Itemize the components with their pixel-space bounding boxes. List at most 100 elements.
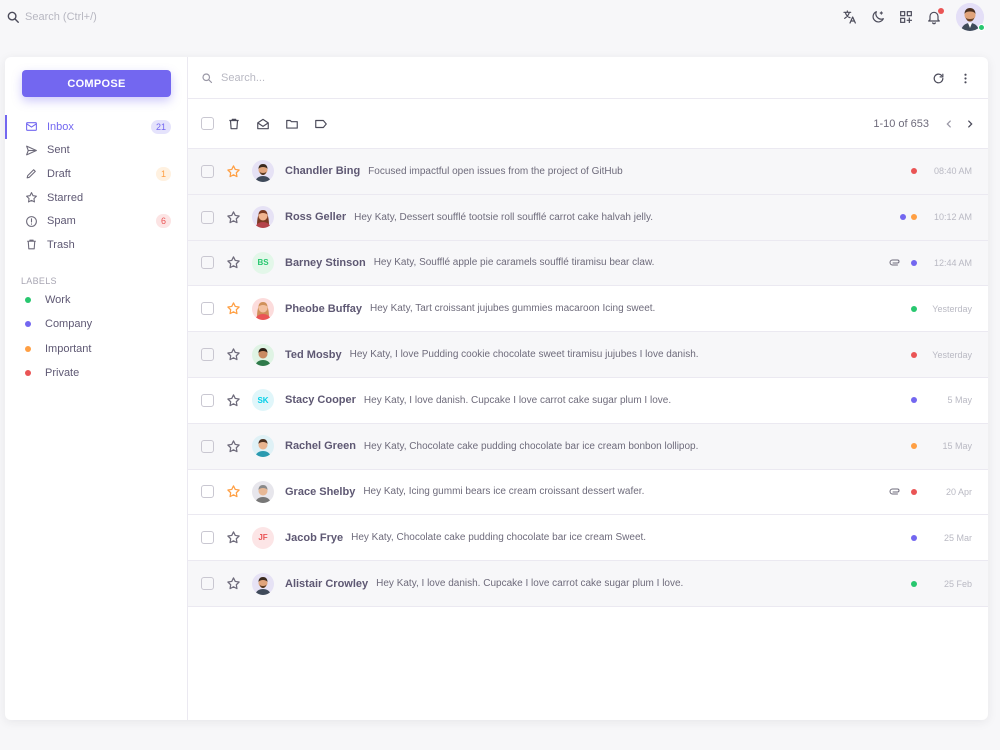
mail-open-icon <box>257 118 269 129</box>
email-checkbox[interactable] <box>201 393 214 407</box>
search-icon <box>7 11 19 23</box>
email-meta: 08:40 AM <box>906 166 972 176</box>
email-checkbox[interactable] <box>201 256 214 270</box>
delete-button[interactable] <box>225 115 243 133</box>
refresh-button[interactable] <box>929 69 947 87</box>
avatar-initials-text: SK <box>257 395 269 405</box>
more-options-button[interactable] <box>956 69 974 87</box>
label-text: Private <box>45 367 80 380</box>
label-private[interactable]: Private <box>5 361 188 385</box>
star-filled-icon[interactable] <box>226 301 241 316</box>
star-icon[interactable] <box>226 576 241 591</box>
star-filled-icon[interactable] <box>226 164 241 179</box>
label-work[interactable]: Work <box>5 288 188 312</box>
folder-inbox[interactable]: Inbox 21 <box>5 115 188 139</box>
email-app: COMPOSE Inbox 21 Sent Draft 1 Starred Sp… <box>5 57 988 720</box>
notifications-button[interactable] <box>920 3 948 31</box>
pencil-icon <box>26 169 36 179</box>
email-checkbox[interactable] <box>201 577 214 591</box>
star-icon[interactable] <box>226 210 241 225</box>
avatar-initials: SK <box>252 389 274 412</box>
apps-button[interactable] <box>892 3 920 31</box>
folder-spam[interactable]: Spam 6 <box>5 209 188 233</box>
email-checkbox[interactable] <box>201 210 214 224</box>
email-meta: Yesterday <box>906 350 972 360</box>
avatar <box>252 160 274 183</box>
email-row[interactable]: Pheobe Buffay Hey Katy, Tart croissant ju… <box>188 286 988 333</box>
label-company[interactable]: Company <box>5 312 188 336</box>
label-important[interactable]: Important <box>5 337 188 361</box>
theme-toggle-button[interactable] <box>864 3 892 31</box>
email-subject: Hey Katy, Chocolate cake pudding chocola… <box>363 440 699 452</box>
global-search[interactable]: Search (Ctrl+/) <box>6 10 97 24</box>
folder-label: Spam <box>47 215 76 228</box>
star-icon[interactable] <box>226 393 241 408</box>
email-row[interactable]: Rachel Green Hey Katy, Chocolate cake pud… <box>188 423 988 470</box>
search-icon <box>202 72 213 83</box>
email-row[interactable]: SK Stacy Cooper Hey Katy, I love danish. C… <box>188 378 988 424</box>
email-row[interactable]: BS Barney Stinson Hey Katy, Soufflé apple … <box>188 240 988 287</box>
email-row[interactable]: Grace Shelby Hey Katy, Icing gummi bears … <box>188 470 988 516</box>
folder-list: Inbox 21 Sent Draft 1 Starred Spam 6 Tra… <box>5 115 188 257</box>
folder-draft[interactable]: Draft 1 <box>5 162 188 186</box>
email-checkbox[interactable] <box>201 485 214 499</box>
avatar-initials-text: BS <box>257 258 269 268</box>
email-row[interactable]: Alistair Crowley Hey Katy, I love danish.… <box>188 561 988 607</box>
label-button[interactable] <box>312 115 330 133</box>
email-row[interactable]: JF Jacob Frye Hey Katy, Chocolate cake pud… <box>188 515 988 562</box>
email-subject: Hey Katy, Chocolate cake pudding chocola… <box>351 532 647 544</box>
moon-icon <box>872 11 884 23</box>
star-icon[interactable] <box>226 347 241 362</box>
move-to-folder-button[interactable] <box>283 115 301 133</box>
email-checkbox[interactable] <box>201 439 214 453</box>
email-sender: Ross Geller <box>285 211 347 224</box>
folder-label: Inbox <box>47 120 74 133</box>
avatar-initials: JF <box>252 526 274 549</box>
star-icon[interactable] <box>226 439 241 454</box>
email-row[interactable]: Ted Mosby Hey Katy, I love Pudding cookie… <box>188 332 988 378</box>
draft-count-badge: 1 <box>156 166 171 181</box>
email-checkbox[interactable] <box>201 348 214 362</box>
email-row[interactable]: Chandler Bing Focused impactful open issu… <box>188 149 988 195</box>
email-time: 10:12 AM <box>933 212 972 223</box>
label-dot <box>900 214 906 221</box>
email-checkbox[interactable] <box>201 164 214 178</box>
select-all-checkbox[interactable] <box>201 117 214 130</box>
compose-button[interactable]: COMPOSE <box>22 70 171 97</box>
folder-sent[interactable]: Sent <box>5 139 188 163</box>
avatar <box>252 343 274 366</box>
previous-page-button[interactable] <box>941 116 957 132</box>
label-color-dot <box>25 321 31 328</box>
email-checkbox[interactable] <box>201 302 214 316</box>
global-search-placeholder: Search (Ctrl+/) <box>25 11 97 23</box>
star-filled-icon[interactable] <box>226 484 241 499</box>
avatar-initials-text: JF <box>258 533 268 543</box>
mail-icon <box>26 122 37 132</box>
next-page-button[interactable] <box>962 116 978 132</box>
label-dot <box>911 351 917 358</box>
email-subject: Hey Katy, Tart croissant jujubes gummies… <box>370 303 656 315</box>
star-icon[interactable] <box>226 255 241 270</box>
email-time: 08:40 AM <box>933 166 972 177</box>
top-navbar: Search (Ctrl+/) <box>0 0 1000 34</box>
notification-dot <box>938 8 944 14</box>
avatar <box>252 435 274 458</box>
email-time: 25 Feb <box>943 578 972 589</box>
translate-button[interactable] <box>836 3 864 31</box>
star-icon[interactable] <box>226 530 241 545</box>
label-dot <box>911 168 917 175</box>
info-icon <box>26 215 37 227</box>
email-row[interactable]: Ross Geller Hey Katy, Dessert soufflé too… <box>188 194 988 241</box>
trash-icon <box>27 239 36 250</box>
email-search-input[interactable] <box>221 71 901 84</box>
send-icon <box>26 145 37 156</box>
email-sender: Stacy Cooper <box>285 394 356 407</box>
user-avatar[interactable] <box>956 3 985 31</box>
translate-icon <box>843 10 856 24</box>
email-checkbox[interactable] <box>201 531 214 545</box>
folder-trash[interactable]: Trash <box>5 233 188 257</box>
email-sender: Alistair Crowley <box>285 577 369 590</box>
folder-starred[interactable]: Starred <box>5 186 188 210</box>
email-meta: 5 May <box>906 395 972 405</box>
mark-read-button[interactable] <box>254 115 272 133</box>
